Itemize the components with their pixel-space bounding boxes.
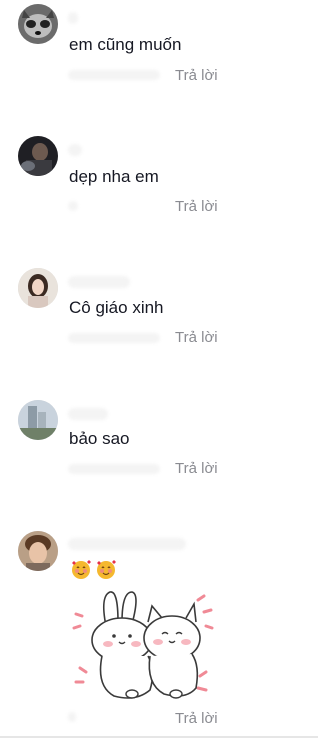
comment-meta-blurred [68,70,160,80]
reply-button[interactable]: Trả lời [175,198,218,216]
reply-button[interactable]: Trả lời [175,329,218,347]
comment-meta-blurred [68,333,160,343]
smiling-face-with-hearts-icon [72,560,91,579]
comment-text: bảo sao [69,429,130,448]
comment-meta-blurred [68,464,160,474]
username-blurred [68,276,130,288]
user-avatar[interactable] [18,400,58,440]
user-avatar[interactable] [18,136,58,176]
smiling-face-with-hearts-icon [97,560,116,579]
comment-text: Cô giáo xinh [69,298,164,317]
reply-button[interactable]: Trả lời [175,67,218,85]
username-blurred [68,538,186,550]
comment-meta-blurred [68,201,78,211]
comment-meta-blurred [68,712,76,722]
username-blurred [68,408,108,420]
user-avatar[interactable] [18,4,58,44]
bunny-cat-hug-sticker[interactable] [66,586,218,704]
username-blurred [68,12,78,24]
comment-text: em cũng muốn [69,35,182,54]
username-blurred [68,144,82,156]
reply-button[interactable]: Trả lời [175,460,218,478]
reply-button[interactable]: Trả lời [175,710,218,728]
user-avatar[interactable] [18,268,58,308]
user-avatar[interactable] [18,531,58,571]
comment-text: dẹp nha em [69,167,159,186]
